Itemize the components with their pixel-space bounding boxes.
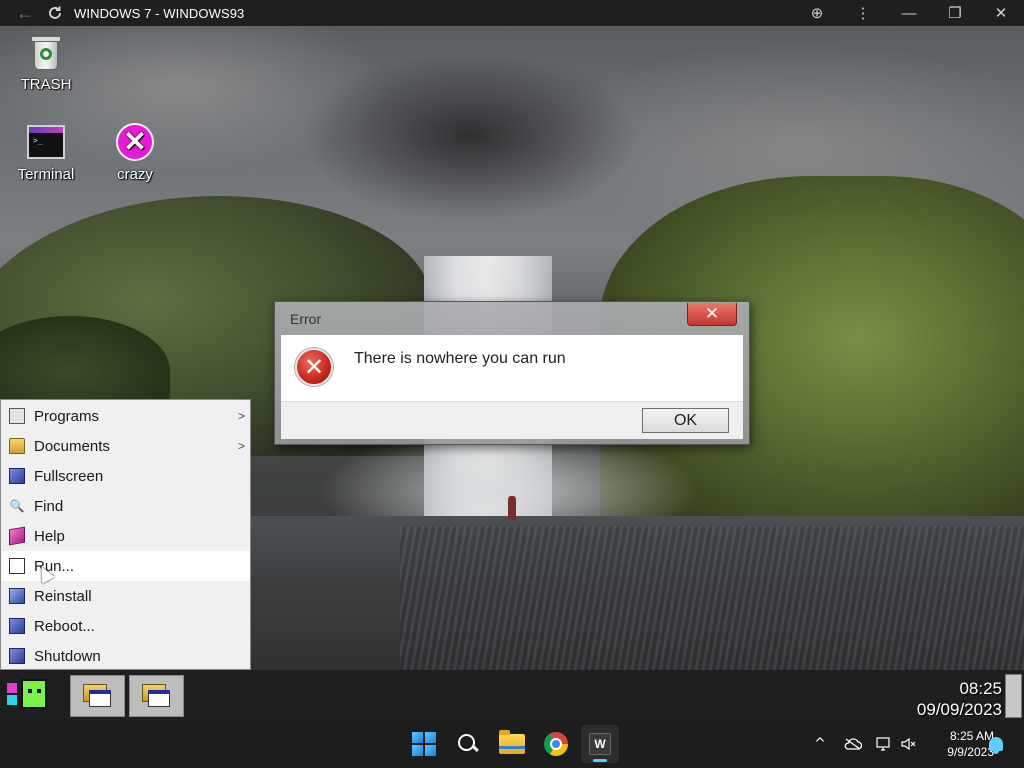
wallpaper-gravel	[400, 526, 1024, 670]
fullscreen-icon	[9, 468, 25, 484]
start-menu-item-label: Shutdown	[34, 647, 101, 665]
trash-icon	[26, 32, 66, 72]
explorer-window-icon	[82, 684, 113, 708]
back-icon[interactable]: ←	[12, 0, 38, 26]
system-date: 9/9/2023	[947, 745, 994, 759]
folder-icon	[499, 730, 525, 754]
terminal-icon: >_	[26, 122, 66, 162]
active-indicator	[593, 759, 607, 762]
restore-icon[interactable]: ❐	[932, 0, 978, 26]
desktop-icon-trash[interactable]: TRASH	[6, 32, 86, 93]
dialog-body: ✕ There is nowhere you can run	[281, 335, 743, 401]
terminal-prompt: >_	[33, 136, 43, 145]
minimize-icon[interactable]: —	[886, 0, 932, 26]
dialog-footer: OK	[281, 401, 743, 439]
start-menu-item-label: Find	[34, 497, 64, 515]
file-explorer-button[interactable]	[493, 725, 531, 763]
start-menu-item-label: Fullscreen	[34, 467, 104, 485]
cloud-offline-icon[interactable]	[842, 720, 864, 768]
chevron-up-icon[interactable]: ^	[810, 720, 830, 768]
w93-task-button[interactable]	[129, 675, 184, 717]
desktop-icon-label: Terminal	[17, 166, 75, 183]
windows93-app-button[interactable]: W	[581, 725, 619, 763]
network-icon[interactable]	[873, 720, 895, 768]
app-title: WINDOWS 7 - WINDOWS93	[74, 5, 245, 21]
reboot-icon	[9, 618, 25, 634]
windows-taskbar: W ^ 8:25 AM 9/9/2023	[0, 720, 1024, 768]
windows-start-button[interactable]	[405, 725, 443, 763]
wallpaper-person	[508, 496, 516, 520]
app-title-bar: ← WINDOWS 7 - WINDOWS93 ⊕ ⋮ — ❐ ✕	[0, 0, 1024, 26]
scrollbar-thumb[interactable]	[1005, 674, 1022, 718]
notifications-button[interactable]	[986, 720, 1006, 768]
find-icon: 🔍	[9, 499, 25, 513]
w93-task-button[interactable]	[70, 675, 125, 717]
desktop-icon-label: crazy	[117, 166, 153, 183]
start-menu-item-documents[interactable]: Documents >	[2, 431, 250, 461]
close-icon[interactable]: ✕	[978, 0, 1024, 26]
search-icon	[457, 733, 479, 755]
start-menu: Programs > Documents > Fullscreen 🔍 Find…	[0, 399, 251, 670]
search-button[interactable]	[449, 725, 487, 763]
programs-icon	[9, 408, 25, 424]
crazy-x-icon: ✕	[115, 122, 155, 162]
desktop-icon-terminal[interactable]: >_ Terminal	[6, 122, 86, 183]
w93-clock: 08:25 09/09/2023	[917, 678, 1002, 720]
start-menu-item-label: Reboot...	[34, 617, 95, 635]
error-dialog: Error ✕ ✕ There is nowhere you can run O…	[274, 301, 750, 445]
chrome-button[interactable]	[537, 725, 575, 763]
ok-button[interactable]: OK	[642, 408, 729, 433]
start-menu-item-programs[interactable]: Programs >	[2, 401, 250, 431]
system-clock[interactable]: 8:25 AM 9/9/2023	[918, 728, 994, 760]
start-menu-item-label: Reinstall	[34, 587, 92, 605]
windows-logo-icon	[412, 732, 436, 756]
start-menu-item-label: Programs	[34, 407, 100, 425]
documents-icon	[9, 438, 25, 454]
system-time: 8:25 AM	[949, 729, 994, 743]
dialog-title: Error	[290, 311, 322, 327]
zoom-icon[interactable]: ⊕	[794, 0, 840, 26]
desktop-icon-label: TRASH	[20, 76, 72, 93]
dialog-close-button[interactable]: ✕	[687, 303, 737, 326]
start-menu-item-label: Documents	[34, 437, 110, 455]
submenu-arrow-icon: >	[237, 439, 245, 453]
start-menu-item-label: Help	[34, 527, 65, 545]
reinstall-icon	[9, 588, 25, 604]
reload-icon[interactable]	[42, 0, 68, 26]
volume-muted-icon[interactable]	[899, 720, 919, 768]
shutdown-icon	[9, 648, 25, 664]
dialog-message: There is nowhere you can run	[354, 350, 566, 367]
w93-clock-time: 08:25	[959, 679, 1002, 698]
windows93-app-icon: W	[589, 733, 611, 755]
start-menu-item-reboot[interactable]: Reboot...	[2, 611, 250, 641]
desktop-icon-crazy[interactable]: ✕ crazy	[95, 122, 175, 183]
start-menu-item-shutdown[interactable]: Shutdown	[2, 641, 250, 671]
help-icon	[9, 526, 25, 546]
bell-icon	[989, 737, 1003, 754]
start-menu-item-reinstall[interactable]: Reinstall	[2, 581, 250, 611]
w93-start-button[interactable]	[7, 679, 49, 711]
start-menu-item-fullscreen[interactable]: Fullscreen	[2, 461, 250, 491]
start-menu-item-help[interactable]: Help	[2, 521, 250, 551]
chrome-icon	[544, 732, 568, 756]
start-menu-item-find[interactable]: 🔍 Find	[2, 491, 250, 521]
kebab-menu-icon[interactable]: ⋮	[840, 0, 886, 26]
submenu-arrow-icon: >	[237, 409, 245, 423]
error-icon: ✕	[295, 348, 333, 386]
explorer-window-icon	[141, 684, 172, 708]
w93-taskbar: 08:25 09/09/2023	[0, 670, 1024, 720]
run-icon	[9, 558, 25, 574]
w93-clock-date: 09/09/2023	[916, 700, 1002, 719]
